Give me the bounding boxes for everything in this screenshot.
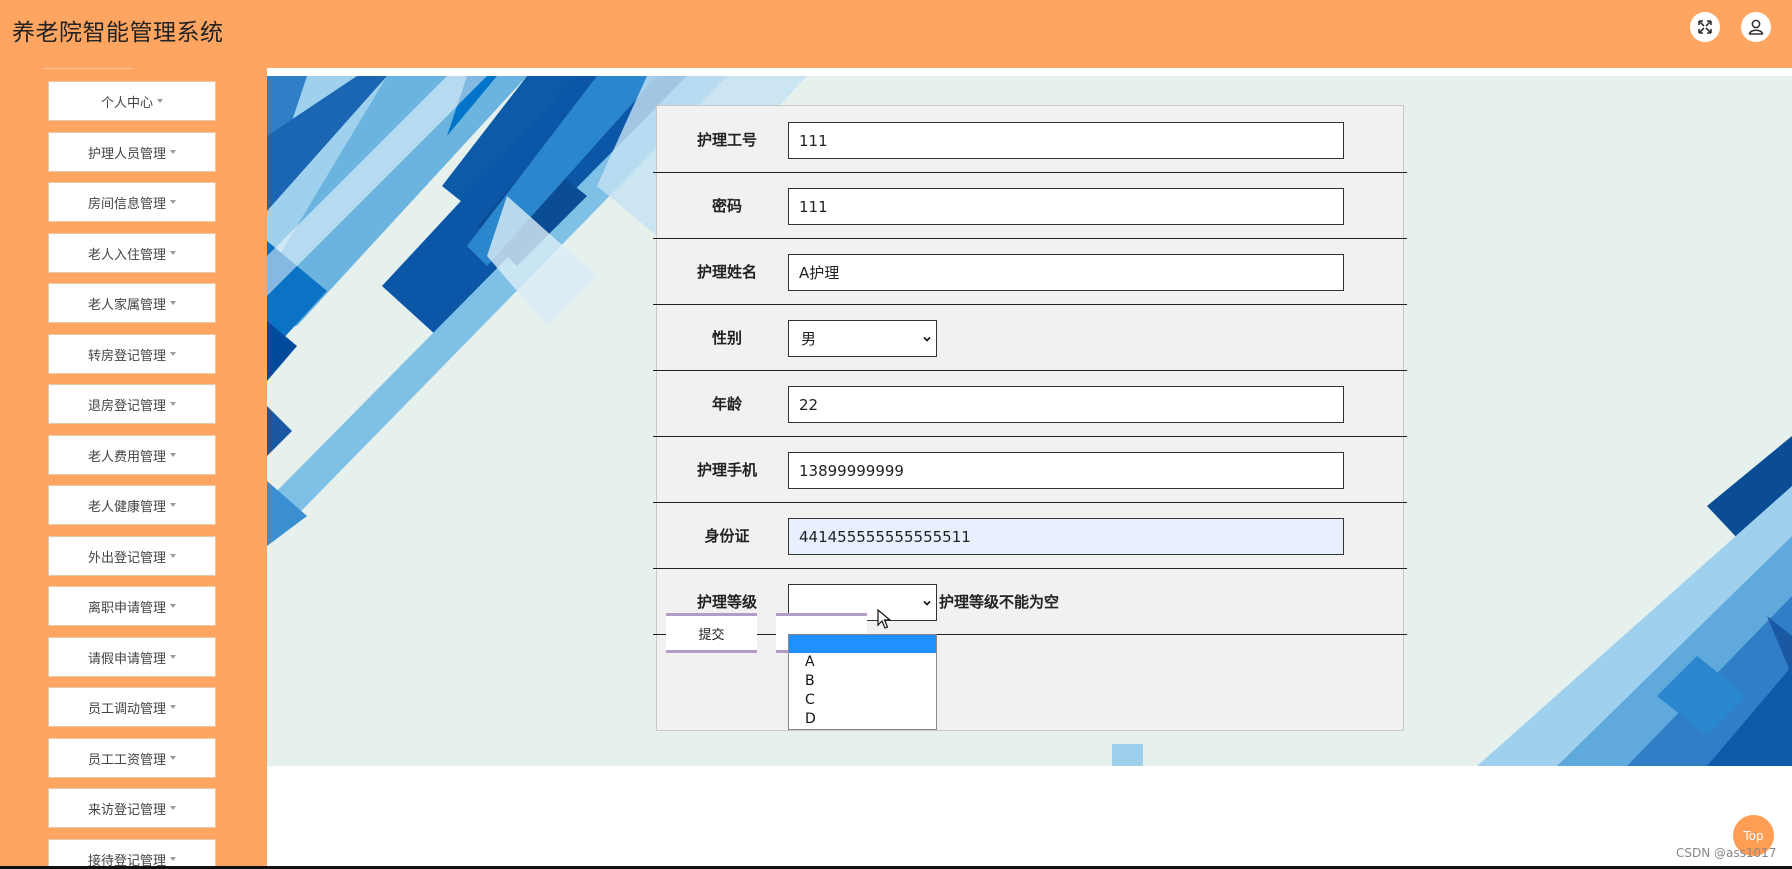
phone-input[interactable]: 13899999999	[788, 452, 1344, 489]
password-input[interactable]: 111	[788, 188, 1344, 225]
caret-down-icon	[170, 150, 176, 154]
gender-select-value: 男	[801, 330, 817, 348]
caret-down-icon	[170, 756, 176, 760]
form-row-age: 年龄 22	[653, 370, 1407, 437]
sidebar: 个人中心 护理人员管理 房间信息管理 老人入住管理 老人家属管理 转房登记管理 …	[0, 68, 267, 869]
form-row-id-card: 身份证 441455555555555511	[653, 502, 1407, 569]
main-content: 护理工号 111 密码 111 护理姓名 A护理 性别 男 年龄 22 护理手机…	[267, 68, 1792, 869]
sidebar-item-label: 来访登记管理	[87, 802, 166, 818]
sidebar-item-leave[interactable]: 请假申请管理	[48, 637, 216, 677]
field-label: 护理工号	[696, 130, 757, 149]
form-row-password: 密码 111	[653, 172, 1407, 239]
sidebar-item-label: 员工工资管理	[87, 752, 166, 768]
form-row-name: 护理姓名 A护理	[653, 238, 1407, 305]
caret-down-icon	[170, 453, 176, 457]
nurse-form: 护理工号 111 密码 111 护理姓名 A护理 性别 男 年龄 22 护理手机…	[653, 105, 1407, 731]
mouse-cursor-icon	[877, 609, 891, 629]
name-input[interactable]: A护理	[788, 254, 1344, 291]
level-option-b[interactable]: B	[789, 672, 936, 691]
fullscreen-button[interactable]	[1690, 12, 1720, 42]
staff-id-input[interactable]: 111	[788, 122, 1344, 159]
caret-down-icon	[170, 251, 176, 255]
field-label: 性别	[711, 328, 742, 347]
sidebar-item-personal-center[interactable]: 个人中心	[48, 81, 216, 121]
sidebar-item-outing[interactable]: 外出登记管理	[48, 536, 216, 576]
level-option-a[interactable]: A	[789, 653, 936, 672]
sidebar-item-label: 个人中心	[100, 95, 153, 111]
sidebar-item-nurse-management[interactable]: 护理人员管理	[48, 132, 216, 172]
field-label: 护理姓名	[696, 262, 757, 281]
sidebar-divider	[44, 68, 132, 69]
user-button[interactable]	[1741, 12, 1771, 42]
sidebar-item-label: 老人费用管理	[87, 449, 166, 465]
caret-down-icon	[170, 200, 176, 204]
sidebar-item-room-management[interactable]: 房间信息管理	[48, 182, 216, 222]
field-label: 年龄	[711, 394, 742, 413]
app-title: 养老院智能管理系统	[12, 20, 224, 46]
top-header: 养老院智能管理系统	[0, 0, 1792, 68]
sidebar-item-salary[interactable]: 员工工资管理	[48, 738, 216, 778]
caret-down-icon	[170, 857, 176, 861]
sidebar-item-health[interactable]: 老人健康管理	[48, 485, 216, 525]
level-option-c[interactable]: C	[789, 691, 936, 710]
form-row-level: 护理等级 护理等级不能为空	[653, 568, 1407, 635]
sidebar-item-label: 老人家属管理	[87, 297, 166, 313]
caret-down-icon	[157, 99, 163, 103]
level-error-message: 护理等级不能为空	[939, 592, 1060, 611]
sidebar-item-label: 离职申请管理	[87, 600, 166, 616]
field-label: 身份证	[704, 526, 750, 545]
sidebar-item-label: 老人健康管理	[87, 499, 166, 515]
sidebar-item-resignation[interactable]: 离职申请管理	[48, 586, 216, 626]
sidebar-item-fees[interactable]: 老人费用管理	[48, 435, 216, 475]
sidebar-item-label: 老人入住管理	[87, 247, 166, 263]
sidebar-item-room-transfer[interactable]: 转房登记管理	[48, 334, 216, 374]
sidebar-item-staff-transfer[interactable]: 员工调动管理	[48, 687, 216, 727]
sidebar-item-label: 请假申请管理	[87, 651, 166, 667]
level-option-d[interactable]: D	[789, 710, 936, 729]
caret-down-icon	[170, 554, 176, 558]
sidebar-item-family-management[interactable]: 老人家属管理	[48, 283, 216, 323]
sidebar-item-label: 护理人员管理	[87, 146, 166, 162]
age-input[interactable]: 22	[788, 386, 1344, 423]
sidebar-item-reception[interactable]: 接待登记管理	[48, 839, 216, 869]
field-label: 密码	[711, 196, 742, 215]
sidebar-item-label: 外出登记管理	[87, 550, 166, 566]
caret-down-icon	[170, 402, 176, 406]
sidebar-item-visitor[interactable]: 来访登记管理	[48, 788, 216, 828]
caret-down-icon	[170, 503, 176, 507]
caret-down-icon	[170, 301, 176, 305]
user-icon	[1748, 19, 1764, 35]
sidebar-item-label: 退房登记管理	[87, 398, 166, 414]
form-row-gender: 性别 男	[653, 304, 1407, 371]
caret-down-icon	[170, 655, 176, 659]
level-option-empty[interactable]	[789, 635, 936, 653]
field-label: 护理手机	[696, 460, 757, 479]
sidebar-item-label: 员工调动管理	[87, 701, 166, 717]
caret-down-icon	[170, 352, 176, 356]
chevron-down-icon	[923, 600, 931, 606]
watermark: CSDN @ass1017	[1676, 846, 1777, 860]
gender-select[interactable]: 男	[788, 320, 937, 357]
caret-down-icon	[170, 806, 176, 810]
caret-down-icon	[170, 705, 176, 709]
expand-icon	[1698, 20, 1712, 34]
level-dropdown-list: A B C D	[788, 634, 937, 730]
sidebar-item-checkout[interactable]: 退房登记管理	[48, 384, 216, 424]
sidebar-item-checkin-management[interactable]: 老人入住管理	[48, 233, 216, 273]
form-row-staff-id: 护理工号 111	[653, 106, 1407, 173]
chevron-down-icon	[923, 336, 931, 342]
submit-button[interactable]: 提交	[666, 613, 757, 653]
sidebar-item-label: 房间信息管理	[87, 196, 166, 212]
id-card-input[interactable]: 441455555555555511	[788, 518, 1344, 555]
caret-down-icon	[170, 604, 176, 608]
form-row-phone: 护理手机 13899999999	[653, 436, 1407, 503]
sidebar-item-label: 转房登记管理	[87, 348, 166, 364]
